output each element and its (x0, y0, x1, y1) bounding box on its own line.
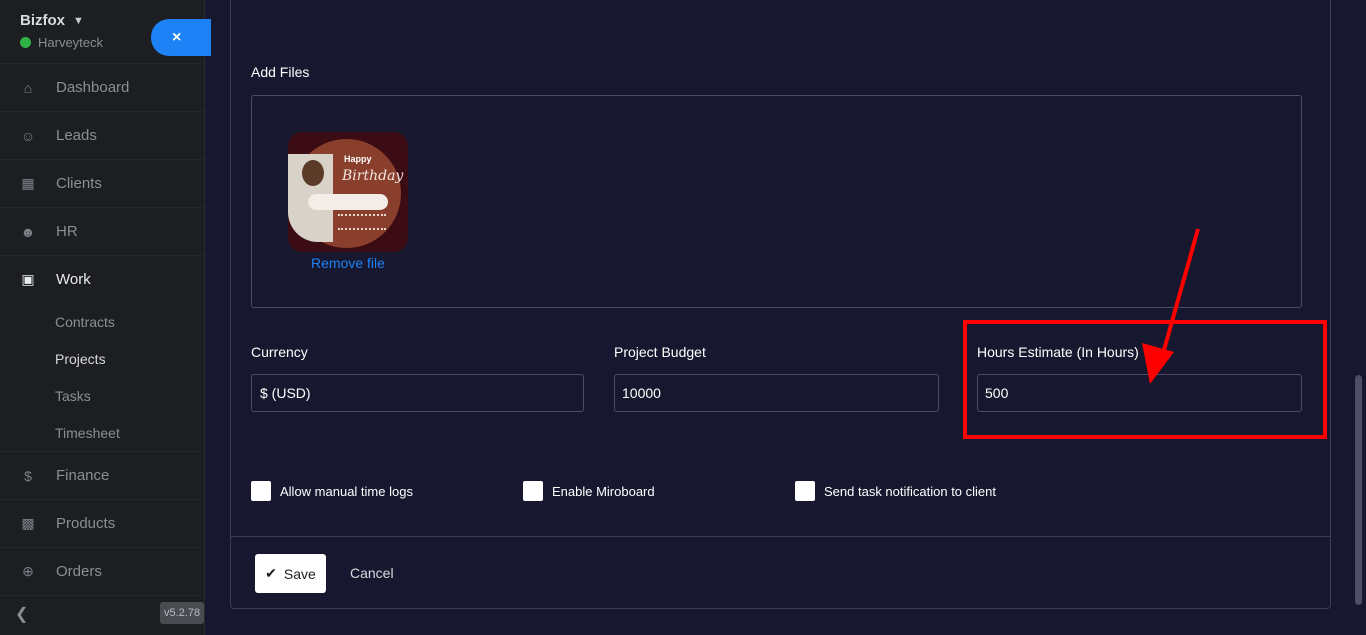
user-icon: ☺ (20, 127, 36, 144)
checkbox-box[interactable] (795, 481, 815, 501)
save-label: Save (283, 565, 316, 582)
sidebar-subitem-contracts[interactable]: Contracts (55, 303, 204, 340)
thumbnail-text-lines (338, 214, 386, 230)
version-badge: v5.2.78 (160, 602, 204, 624)
footer-divider (231, 536, 1330, 537)
people-icon: ☻ (20, 223, 36, 240)
checkbox-box[interactable] (251, 481, 271, 501)
sidebar-item-label: Work (56, 271, 91, 288)
briefcase-icon: ▣ (21, 271, 35, 287)
scrollbar-thumb[interactable] (1355, 375, 1362, 605)
sidebar-item-products[interactable]: ▩ Products (0, 499, 204, 547)
checkbox-label: Send task notification to client (824, 483, 996, 499)
sidebar-item-label: Clients (56, 175, 102, 192)
work-submenu: Contracts Projects Tasks Timesheet (0, 303, 204, 451)
sidebar-footer: ❮ v5.2.78 (0, 595, 204, 635)
sidebar-subitem-projects[interactable]: Projects (55, 340, 204, 377)
online-status-icon (20, 37, 31, 48)
sidebar-item-work[interactable]: ▣ Work (0, 255, 204, 303)
workspace-name: Bizfox (20, 12, 65, 29)
annotation-highlight-box (963, 320, 1327, 439)
sidebar-item-label: HR (56, 223, 78, 240)
checkbox-label: Enable Miroboard (552, 483, 655, 499)
sidebar-item-label: Products (56, 515, 116, 532)
sidebar-item-label: Dashboard (56, 79, 130, 96)
building-icon: ▦ (21, 175, 35, 191)
cancel-button[interactable]: Cancel (350, 565, 394, 581)
chevron-down-icon: ▼ (73, 14, 84, 27)
file-dropzone[interactable] (251, 95, 1302, 308)
project-budget-input[interactable]: 10000 (614, 374, 939, 412)
sidebar-item-finance[interactable]: $ Finance (0, 451, 204, 499)
uploaded-file-thumbnail: Happy Birthday (288, 132, 408, 252)
sidebar-nav: ⌂ Dashboard ☺ Leads ▦ Clients ☻ HR ▣ Work Con… (0, 63, 204, 595)
currency-label: Currency (251, 344, 308, 360)
close-panel-button[interactable]: × (151, 19, 211, 56)
basket-icon: ▩ (21, 515, 35, 531)
enable-miroboard-checkbox[interactable]: Enable Miroboard (523, 481, 655, 501)
manual-time-logs-checkbox[interactable]: Allow manual time logs (251, 481, 413, 501)
sidebar-item-clients[interactable]: ▦ Clients (0, 159, 204, 207)
collapse-sidebar-icon[interactable]: ❮ (15, 604, 28, 624)
workspace-switcher[interactable]: Bizfox ▼ Harveyteck (20, 12, 103, 50)
sidebar-item-orders[interactable]: ⊕ Orders (0, 547, 204, 595)
save-button[interactable]: ✔ Save (255, 554, 326, 593)
dollar-icon: $ (24, 467, 32, 484)
sidebar-item-dashboard[interactable]: ⌂ Dashboard (0, 63, 204, 111)
cart-icon: ⊕ (22, 563, 34, 579)
thumbnail-text-birthday: Birthday (342, 168, 404, 184)
sidebar-subitem-timesheet[interactable]: Timesheet (55, 414, 204, 451)
sidebar-item-label: Orders (56, 563, 102, 580)
sidebar-item-label: Leads (56, 127, 97, 144)
checkbox-box[interactable] (523, 481, 543, 501)
close-icon: × (172, 28, 182, 46)
account-name: Harveyteck (38, 35, 104, 50)
sidebar-item-hr[interactable]: ☻ HR (0, 207, 204, 255)
remove-file-link[interactable]: Remove file (311, 255, 385, 271)
task-notification-checkbox[interactable]: Send task notification to client (795, 481, 996, 501)
sidebar-item-leads[interactable]: ☺ Leads (0, 111, 204, 159)
sidebar-item-label: Finance (56, 467, 110, 484)
add-files-label: Add Files (251, 64, 310, 80)
thumbnail-face (302, 160, 324, 186)
project-budget-label: Project Budget (614, 344, 706, 360)
checkbox-label: Allow manual time logs (280, 483, 413, 499)
sidebar-subitem-tasks[interactable]: Tasks (55, 377, 204, 414)
home-icon: ⌂ (23, 79, 33, 96)
sidebar: Bizfox ▼ Harveyteck ⌂ Dashboard ☺ Leads ▦ Cl… (0, 0, 205, 635)
thumbnail-name-bar (308, 194, 388, 210)
thumbnail-text-happy: Happy (344, 154, 372, 164)
check-icon: ✔ (265, 565, 277, 581)
currency-select[interactable]: $ (USD) (251, 374, 584, 412)
